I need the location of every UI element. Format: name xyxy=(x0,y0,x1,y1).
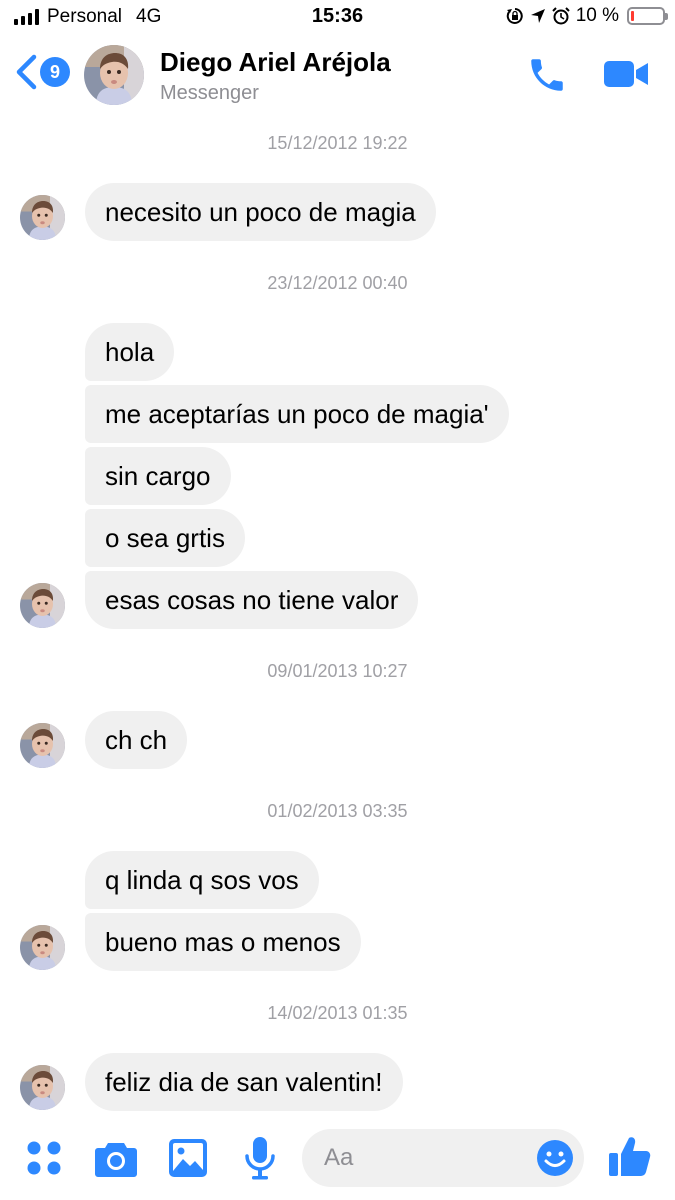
message-input[interactable] xyxy=(324,1129,524,1187)
back-button[interactable]: 9 xyxy=(14,54,70,90)
message-bubble[interactable]: q linda q sos vos xyxy=(85,851,319,909)
unread-badge: 9 xyxy=(40,57,70,87)
emoji-button[interactable] xyxy=(536,1139,574,1182)
timestamp: 23/12/2012 00:40 xyxy=(267,273,408,293)
timestamp: 15/12/2012 19:22 xyxy=(267,133,408,153)
apps-dots-icon xyxy=(27,1141,61,1175)
message-bubble[interactable]: me aceptarías un poco de magia' xyxy=(85,385,509,443)
photo-button[interactable] xyxy=(168,1138,208,1183)
message-composer xyxy=(0,1118,675,1200)
location-arrow-icon xyxy=(530,9,545,23)
contact-name[interactable]: Diego Ariel Aréjola xyxy=(160,47,391,78)
battery-fill xyxy=(631,11,634,21)
like-button[interactable] xyxy=(608,1134,652,1183)
message-bubble[interactable]: o sea grtis xyxy=(85,509,245,567)
timestamp: 09/01/2013 10:27 xyxy=(267,661,408,681)
timestamp: 14/02/2013 01:35 xyxy=(267,1003,408,1023)
status-right: 10 % xyxy=(506,5,668,27)
message-bubble[interactable]: hola xyxy=(85,323,175,381)
sender-avatar[interactable] xyxy=(20,583,65,628)
contact-subtitle: Messenger xyxy=(160,82,259,104)
sender-avatar[interactable] xyxy=(20,723,65,768)
message-bubble[interactable]: bueno mas o menos xyxy=(85,913,361,971)
lock-rotation-icon xyxy=(506,8,523,24)
battery-percent: 10 % xyxy=(575,5,619,26)
timestamp: 01/02/2013 03:35 xyxy=(267,801,408,821)
back-chevron-icon xyxy=(16,54,37,90)
conversation-header: 9 Diego Ariel Aréjola Messenger xyxy=(0,34,675,116)
message-input-pill xyxy=(302,1129,584,1187)
message-bubble[interactable]: feliz dia de san valentin! xyxy=(85,1053,403,1111)
voice-clip-button[interactable] xyxy=(244,1136,276,1185)
voice-call-button[interactable] xyxy=(526,54,568,101)
alarm-icon xyxy=(551,7,570,25)
video-camera-icon xyxy=(604,61,648,87)
thumbs-up-icon xyxy=(609,1137,651,1176)
message-bubble[interactable]: ch ch xyxy=(85,711,188,769)
phone-icon xyxy=(531,59,563,91)
status-bar: Personal 4G 15:36 10 % xyxy=(0,0,675,34)
sender-avatar[interactable] xyxy=(20,1065,65,1110)
battery-icon xyxy=(627,7,668,25)
sender-avatar[interactable] xyxy=(20,195,65,240)
message-bubble[interactable]: necesito un poco de magia xyxy=(85,183,436,241)
microphone-icon xyxy=(245,1137,275,1180)
photo-icon xyxy=(169,1139,207,1177)
camera-button[interactable] xyxy=(94,1140,138,1183)
sender-avatar[interactable] xyxy=(20,925,65,970)
contact-avatar[interactable] xyxy=(84,45,144,105)
apps-button[interactable] xyxy=(24,1138,64,1183)
video-call-button[interactable] xyxy=(602,58,650,95)
camera-icon xyxy=(95,1143,137,1177)
emoji-icon xyxy=(537,1140,573,1176)
message-bubble[interactable]: sin cargo xyxy=(85,447,231,505)
message-bubble[interactable]: esas cosas no tiene valor xyxy=(85,571,419,629)
